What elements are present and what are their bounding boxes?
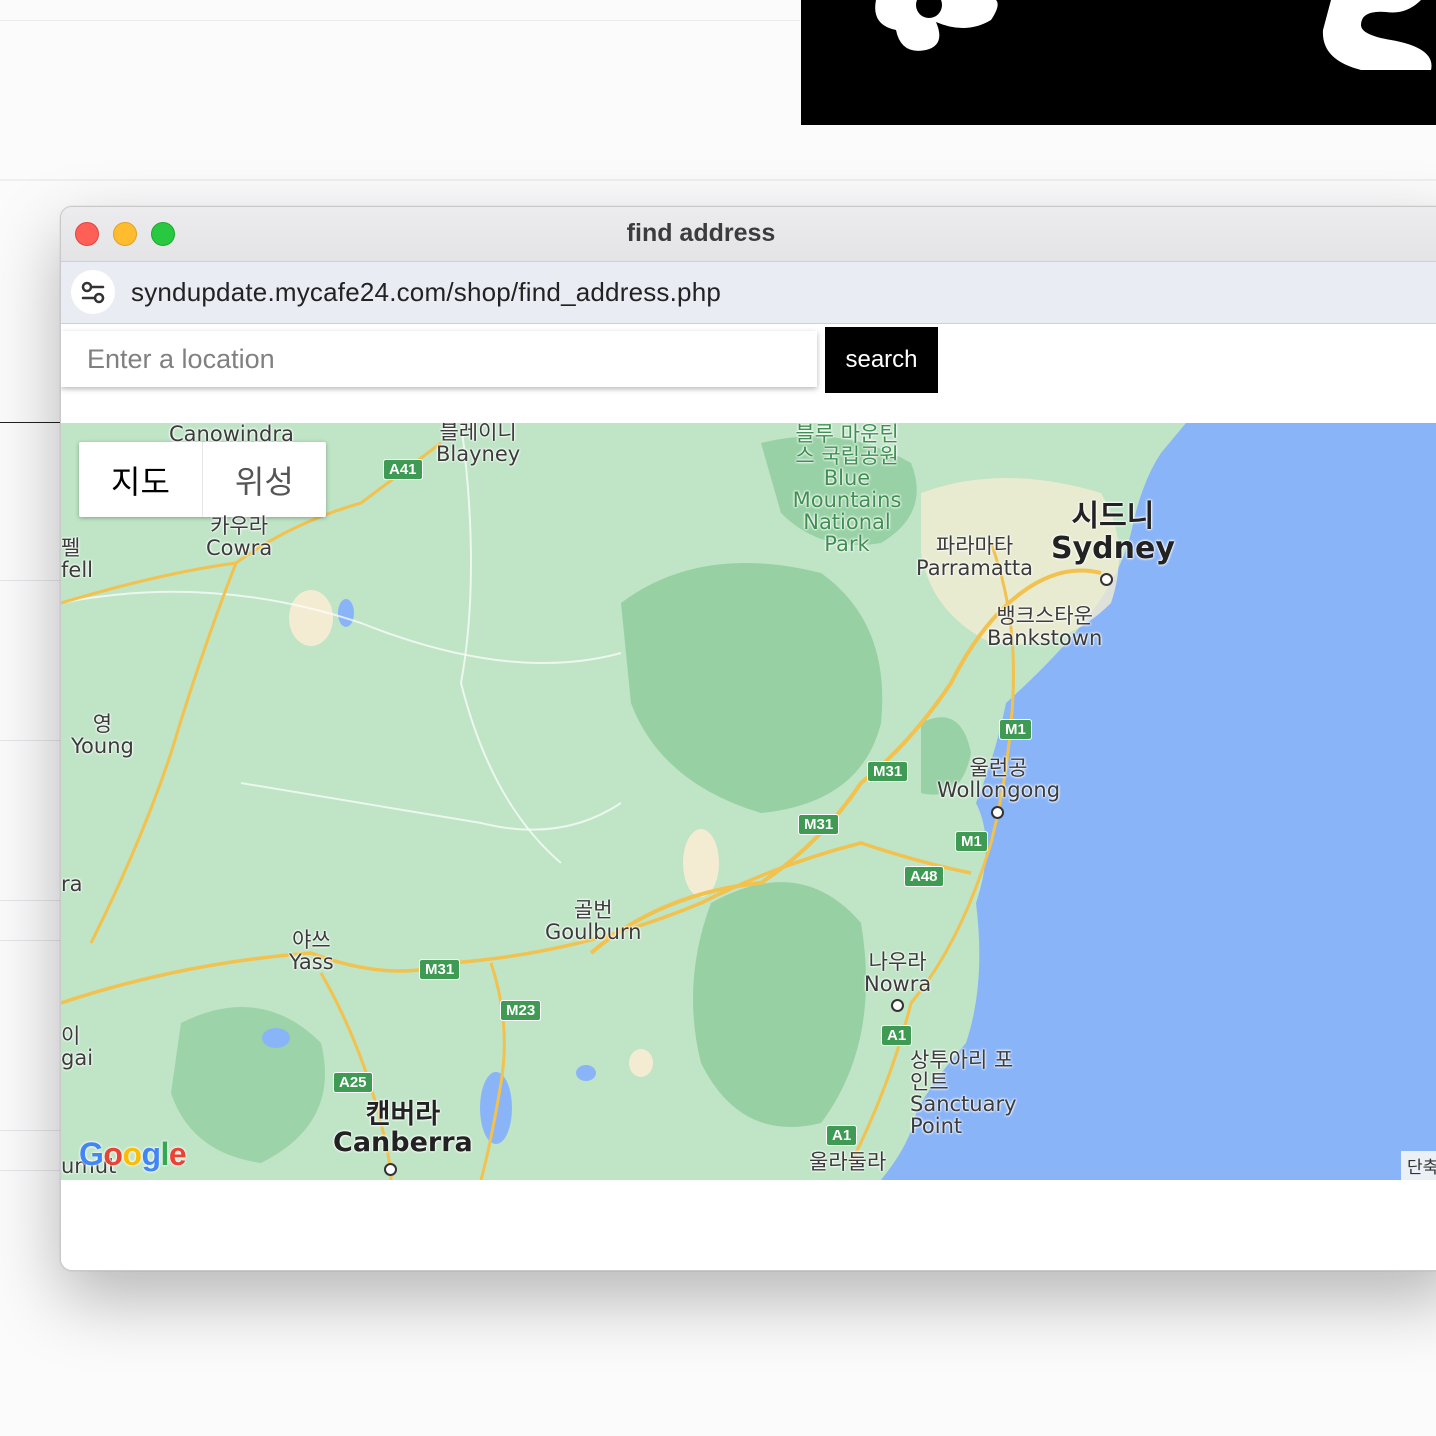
background-rule xyxy=(0,422,60,423)
wollongong-marker-icon xyxy=(991,806,1004,819)
map-label-edge: ra xyxy=(61,872,83,896)
map-label-canowindra: Canowindra xyxy=(169,423,294,446)
page-content: search xyxy=(61,324,1436,1270)
google-map[interactable]: 지도 위성 Canowindra 블레이니 Blayney 카우라 Cowra 블루… xyxy=(61,423,1436,1180)
location-search-input[interactable] xyxy=(61,331,817,387)
map-type-map-option[interactable]: 지도 xyxy=(79,442,203,517)
sydney-marker-icon xyxy=(1100,573,1113,586)
road-shield: A1 xyxy=(881,1025,913,1046)
map-label-nowra: 나우라 Nowra xyxy=(864,950,932,997)
search-button[interactable]: search xyxy=(825,327,938,393)
map-label-yass: 야쓰 Yass xyxy=(289,928,334,975)
road-shield: M31 xyxy=(798,814,840,835)
background-row-line xyxy=(0,900,60,901)
url-text[interactable]: syndupdate.mycafe24.com/shop/find_addres… xyxy=(131,277,721,308)
banner-logo-graphic xyxy=(875,0,1432,70)
road-shield: M31 xyxy=(419,959,461,980)
map-label-goulburn: 골번 Goulburn xyxy=(545,898,642,945)
road-shield: M1 xyxy=(955,831,988,852)
google-logo[interactable]: Google xyxy=(79,1136,187,1173)
map-terms-link[interactable]: 단축 xyxy=(1401,1151,1436,1180)
canberra-marker-icon xyxy=(384,1163,397,1176)
background-row-line xyxy=(0,1130,60,1131)
site-settings-icon[interactable] xyxy=(71,270,115,314)
map-type-satellite-option[interactable]: 위성 xyxy=(203,442,326,517)
road-shield: M23 xyxy=(500,1000,542,1021)
background-row-line xyxy=(0,580,60,581)
map-label-parramatta: 파라마타 Parramatta xyxy=(916,534,1034,581)
address-bar: syndupdate.mycafe24.com/shop/find_addres… xyxy=(61,262,1436,324)
map-label-canberra: 캔버라 Canberra xyxy=(333,1099,473,1159)
road-shield: A48 xyxy=(904,866,944,887)
background-row-line xyxy=(0,740,60,741)
map-label-blue-mountains: 블루 마운틴 스 국립공원 Blue Mountains National Par… xyxy=(792,423,902,557)
map-label-edge: 펠 fell xyxy=(61,536,93,583)
map-label-ulladulla: 울라둘라 xyxy=(809,1150,887,1174)
map-label-wollongong: 울런공 Wollongong xyxy=(937,756,1061,803)
road-shield: A41 xyxy=(383,459,423,480)
map-type-toggle: 지도 위성 xyxy=(79,442,326,517)
map-label-edge: 이 gai xyxy=(61,1024,94,1071)
road-shield: A25 xyxy=(333,1072,373,1093)
map-label-sydney: 시드니 Sydney xyxy=(1051,499,1175,566)
map-label-young: 영 Young xyxy=(71,712,134,759)
map-label-cowra: 카우라 Cowra xyxy=(206,514,273,561)
map-label-blayney: 블레이니 Blayney xyxy=(436,423,521,467)
road-shield: M31 xyxy=(867,761,909,782)
background-row-line xyxy=(0,940,60,941)
map-label-sanctuary-point: 상투아리 포인트 Sanctuary Point xyxy=(910,1048,1017,1139)
map-label-bankstown: 뱅크스타운 Bankstown xyxy=(987,604,1103,651)
window-title: find address xyxy=(626,219,776,247)
background-separator xyxy=(0,179,1436,181)
road-shield: A1 xyxy=(826,1125,858,1146)
nowra-marker-icon xyxy=(891,999,904,1012)
background-row-line xyxy=(0,1170,60,1171)
background-banner xyxy=(801,0,1436,125)
background-divider xyxy=(0,20,800,21)
road-shield: M1 xyxy=(999,719,1032,740)
window-titlebar[interactable]: find address xyxy=(61,207,1436,262)
popup-window: find address syndupdate.mycafe24.com/sho… xyxy=(60,206,1436,1271)
